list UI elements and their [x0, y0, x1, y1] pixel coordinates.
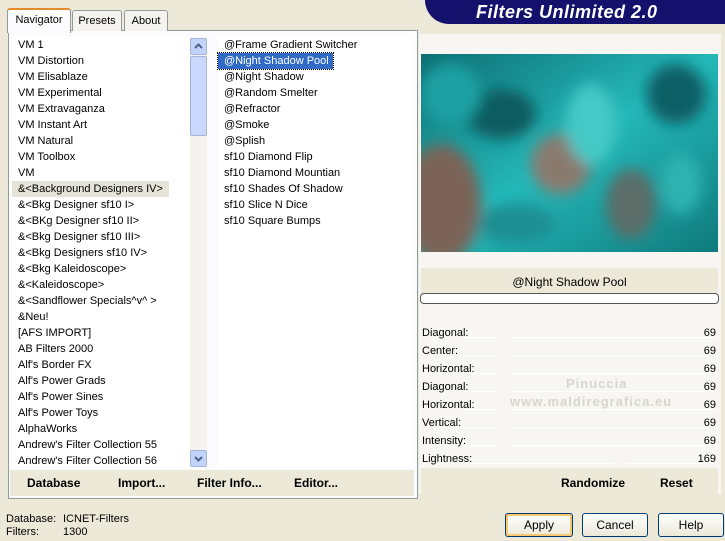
filter-info-button[interactable]: Filter Info...	[197, 476, 262, 490]
app-title: Filters Unlimited 2.0	[476, 2, 658, 22]
category-item[interactable]: Alf's Border FX	[12, 357, 190, 373]
slider-thumb[interactable]	[496, 386, 510, 393]
category-item[interactable]: &<Bkg Designer sf10 III>	[12, 229, 190, 245]
filter-item[interactable]: sf10 Diamond Mountian	[218, 165, 412, 181]
slider-label: Diagonal:	[422, 327, 469, 339]
category-item[interactable]: &<Kaleidoscope>	[12, 277, 190, 293]
slider-value: 69	[703, 417, 716, 429]
category-item[interactable]: VM Elisablaze	[12, 69, 190, 85]
slider-value: 69	[703, 399, 716, 411]
category-item[interactable]: &<Background Designers IV>	[12, 181, 169, 197]
category-list[interactable]: VM 1 VM Distortion VM Elisablaze VM Experim…	[12, 36, 190, 467]
filter-item[interactable]: @Frame Gradient Switcher	[218, 37, 412, 53]
tab-presets[interactable]: Presets	[72, 10, 122, 31]
category-item[interactable]: &<Bkg Kaleidoscope>	[12, 261, 190, 277]
category-item[interactable]: VM Natural	[12, 133, 190, 149]
category-item[interactable]: VM Experimental	[12, 85, 190, 101]
slider-row[interactable]: Intensity: 69	[422, 433, 718, 451]
filters-count-value: 1300	[63, 526, 88, 538]
tab-about[interactable]: About	[124, 10, 168, 31]
category-scrollbar[interactable]	[190, 38, 207, 467]
scroll-up-button[interactable]	[190, 38, 207, 55]
randomize-button[interactable]: Randomize	[561, 476, 625, 490]
filters-count-label: Filters:	[6, 526, 39, 538]
chevron-up-icon	[194, 43, 203, 49]
slider-track[interactable]	[464, 451, 718, 464]
filter-item[interactable]: @Refractor	[218, 101, 412, 117]
scroll-down-button[interactable]	[190, 450, 207, 467]
filter-item[interactable]: @Smoke	[218, 117, 412, 133]
category-item[interactable]: VM 1	[12, 37, 190, 53]
slider-row[interactable]: Diagonal: 69	[422, 325, 718, 343]
preview-image	[421, 54, 718, 252]
cancel-button[interactable]: Cancel	[582, 513, 648, 537]
slider-row[interactable]: Lightness: 169	[422, 451, 718, 469]
slider-label: Center:	[422, 345, 459, 357]
filter-item[interactable]: sf10 Diamond Flip	[218, 149, 412, 165]
category-item[interactable]: VM Distortion	[12, 53, 190, 69]
database-value: ICNET-Filters	[63, 513, 129, 525]
category-item[interactable]: &<Bkg Designers sf10 IV>	[12, 245, 190, 261]
import-button[interactable]: Import...	[118, 476, 165, 490]
filter-item[interactable]: sf10 Slice N Dice	[218, 197, 412, 213]
progress-bar	[420, 293, 719, 304]
slider-thumb[interactable]	[496, 350, 510, 357]
slider-thumb[interactable]	[496, 404, 510, 411]
slider-thumb[interactable]	[612, 458, 626, 465]
category-item[interactable]: &<BKg Designer sf10 II>	[12, 213, 190, 229]
category-item[interactable]: [AFS IMPORT]	[12, 325, 190, 341]
editor-button[interactable]: Editor...	[294, 476, 338, 490]
category-item[interactable]: &<Bkg Designer sf10 I>	[12, 197, 190, 213]
category-item[interactable]: VM	[12, 165, 190, 181]
filter-list[interactable]: @Frame Gradient Switcher @Night Shadow Po…	[217, 36, 412, 467]
chevron-down-icon	[194, 456, 203, 462]
slider-row[interactable]: Center: 69	[422, 343, 718, 361]
category-item[interactable]: AB Filters 2000	[12, 341, 190, 357]
help-button[interactable]: Help	[658, 513, 724, 537]
filter-item[interactable]: @Random Smelter	[218, 85, 412, 101]
filter-item[interactable]: sf10 Square Bumps	[218, 213, 412, 229]
slider-label: Lightness:	[422, 453, 473, 465]
filter-item[interactable]: sf10 Shades Of Shadow	[218, 181, 412, 197]
category-item[interactable]: VM Toolbox	[12, 149, 190, 165]
slider-label: Intensity:	[422, 435, 467, 447]
category-item[interactable]: Andrew's Filter Collection 55	[12, 437, 190, 453]
slider-row[interactable]: Vertical: 69	[422, 415, 718, 433]
slider-label: Horizontal:	[422, 399, 475, 411]
slider-thumb[interactable]	[496, 332, 510, 339]
filter-item[interactable]: @Night Shadow	[218, 69, 412, 85]
category-item[interactable]: AlphaWorks	[12, 421, 190, 437]
category-item[interactable]: Alf's Power Toys	[12, 405, 190, 421]
database-label: Database:	[6, 513, 57, 525]
slider-value: 69	[703, 345, 716, 357]
apply-button[interactable]: Apply	[505, 513, 573, 537]
slider-label: Horizontal:	[422, 363, 475, 375]
slider-value: 169	[697, 453, 716, 465]
filter-item[interactable]: @Splish	[218, 133, 412, 149]
category-item[interactable]: VM Extravaganza	[12, 101, 190, 117]
slider-value: 69	[703, 363, 716, 375]
filter-item[interactable]: @Night Shadow Pool	[217, 52, 334, 70]
database-button[interactable]: Database	[27, 476, 80, 490]
slider-value: 69	[703, 435, 716, 447]
slider-thumb[interactable]	[496, 440, 510, 447]
scroll-thumb[interactable]	[190, 56, 207, 136]
category-item[interactable]: &<Sandflower Specials^v^ >	[12, 293, 190, 309]
category-item[interactable]: Andrew's Filter Collection 56	[12, 453, 190, 469]
category-item[interactable]: &Neu!	[12, 309, 190, 325]
slider-value: 69	[703, 327, 716, 339]
slider-value: 69	[703, 381, 716, 393]
slider-label: Diagonal:	[422, 381, 469, 393]
slider-thumb[interactable]	[496, 422, 510, 429]
filter-name-label: @Night Shadow Pool	[421, 268, 718, 296]
watermark-url: www.maldiregrafica.eu	[510, 394, 673, 409]
category-item[interactable]: Alf's Power Sines	[12, 389, 190, 405]
category-item[interactable]: VM Instant Art	[12, 117, 190, 133]
watermark-name: Pinuccia	[566, 376, 628, 391]
slider-label: Vertical:	[422, 417, 462, 429]
category-item[interactable]: Alf's Power Grads	[12, 373, 190, 389]
reset-button[interactable]: Reset	[660, 476, 693, 490]
slider-thumb[interactable]	[496, 368, 510, 375]
tab-navigator[interactable]: Navigator	[7, 8, 71, 33]
